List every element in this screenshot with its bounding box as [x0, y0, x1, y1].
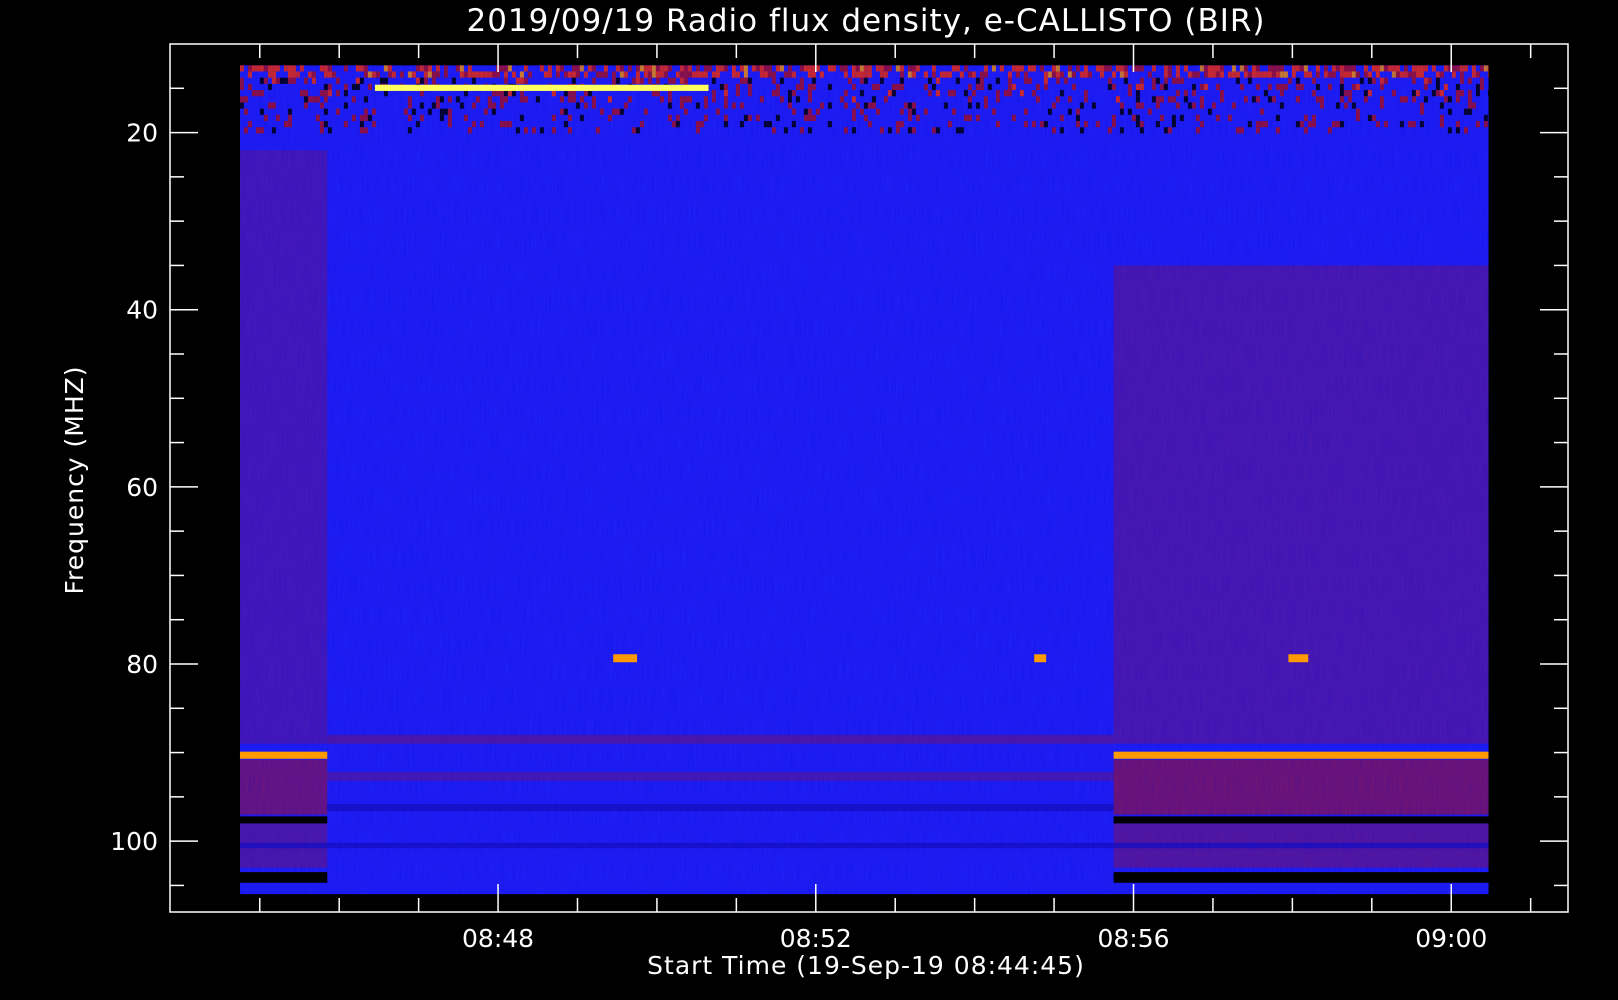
- heatmap-feature: [613, 654, 638, 663]
- y-axis-label: Frequency (MHZ): [60, 365, 89, 594]
- heatmap-feature: [1113, 816, 1489, 824]
- spectrogram-chart: 08:48 08:52 08:56 09:00 20 40 60 80 100 2019/09/…: [0, 0, 1618, 1000]
- heatmap-feature: [1034, 654, 1047, 663]
- heatmap-cells: [239, 65, 1489, 895]
- heatmap-texture: [239, 65, 1489, 895]
- heatmap-feature: [239, 816, 328, 824]
- heatmap-feature: [1288, 654, 1309, 663]
- x-tick-label: 08:48: [462, 924, 534, 953]
- x-tick-label: 08:52: [780, 924, 852, 953]
- heatmap-feature: [1113, 751, 1489, 759]
- x-tick-label: 08:56: [1097, 924, 1169, 953]
- y-tick-label: 20: [126, 119, 158, 148]
- chart-title: 2019/09/19 Radio flux density, e-CALLIST…: [466, 3, 1265, 39]
- y-tick-label: 60: [126, 473, 158, 502]
- heatmap-feature: [1113, 872, 1489, 883]
- x-tick-label: 09:00: [1415, 924, 1487, 953]
- x-axis-label: Start Time (19-Sep-19 08:44:45): [647, 951, 1085, 980]
- spectrogram-heatmap: [239, 65, 1489, 895]
- heatmap-feature: [239, 872, 328, 883]
- heatmap-feature: [239, 751, 328, 759]
- y-tick-label: 40: [126, 296, 158, 325]
- y-tick-label: 100: [110, 827, 158, 856]
- y-tick-label: 80: [126, 650, 158, 679]
- heatmap-feature: [374, 84, 709, 91]
